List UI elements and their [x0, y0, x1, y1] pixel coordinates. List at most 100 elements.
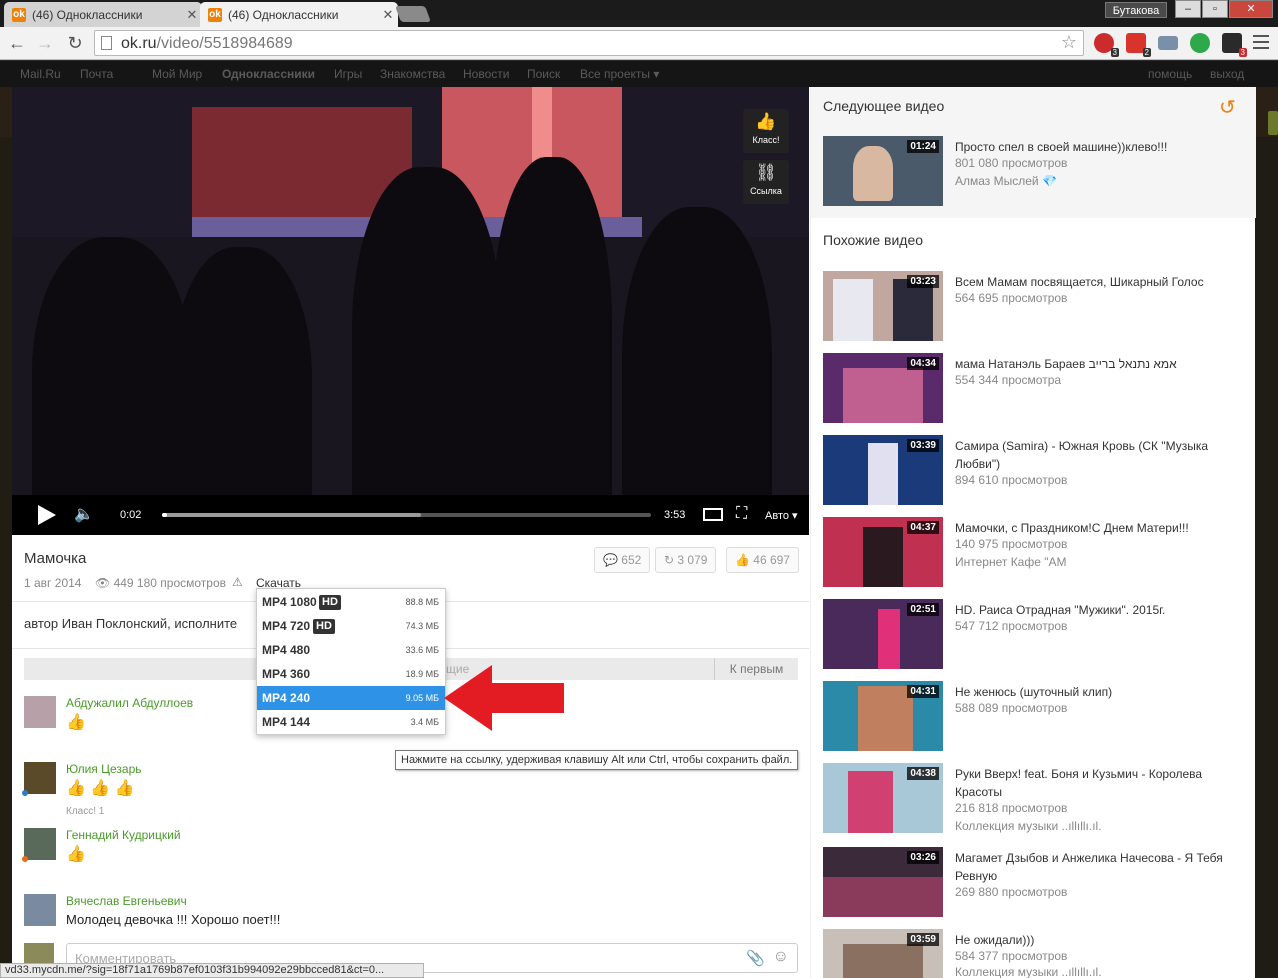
smiley-icon[interactable]: ☺: [773, 948, 789, 966]
theater-mode-icon[interactable]: [703, 508, 723, 521]
video-channel[interactable]: Алмаз Мыслей 💎: [955, 174, 1057, 188]
autoplay-repeat-icon[interactable]: ↺: [1219, 95, 1236, 120]
video-thumbnail[interactable]: 03:23: [823, 271, 943, 341]
forward-arrow-icon[interactable]: →: [34, 32, 56, 54]
minimize-button[interactable]: –: [1175, 0, 1201, 18]
video-thumbnail[interactable]: 04:37: [823, 517, 943, 587]
video-title[interactable]: Руки Вверх! feat. Боня и Кузьмич - Корол…: [955, 765, 1243, 801]
video-channel[interactable]: Коллекция музыки ..ıllıllı.ıl.: [955, 819, 1102, 833]
first-comments-button[interactable]: К первым: [714, 658, 798, 680]
avatar[interactable]: [24, 762, 56, 794]
side-tag-icon[interactable]: [1268, 111, 1278, 135]
nav-item[interactable]: Новости: [463, 67, 509, 81]
new-tab-button[interactable]: [395, 6, 431, 22]
similar-video-item[interactable]: 03:26 Магамет Дзыбов и Анжелика Начесова…: [823, 847, 1243, 919]
like-button[interactable]: 👍 46 697: [726, 547, 799, 573]
progress-bar[interactable]: [162, 513, 651, 517]
nav-item[interactable]: Все проекты ▾: [580, 67, 659, 81]
video-thumbnail[interactable]: 02:51: [823, 599, 943, 669]
video-thumbnail[interactable]: 04:38: [823, 763, 943, 833]
back-arrow-icon[interactable]: ←: [6, 32, 28, 54]
comment-author[interactable]: Вячеслав Евгеньевич: [66, 894, 187, 908]
avatar[interactable]: [24, 828, 56, 860]
nav-logout[interactable]: выход: [1210, 67, 1244, 81]
play-icon[interactable]: [38, 505, 56, 525]
gift-ext-icon[interactable]: 2: [1126, 33, 1151, 57]
link-button[interactable]: ⛓ Ссылка: [743, 160, 789, 204]
video-thumbnail[interactable]: 01:24: [823, 136, 943, 206]
similar-video-item[interactable]: 03:39 Самира (Samira) - Южная Кровь (СК …: [823, 435, 1243, 507]
nav-help[interactable]: помощь: [1148, 67, 1192, 81]
tab-close-icon[interactable]: ✕: [378, 7, 398, 23]
video-title[interactable]: Не ожидали))): [955, 931, 1243, 949]
nav-item[interactable]: Игры: [334, 67, 362, 81]
similar-video-item[interactable]: 02:51 HD. Раиса Отрадная "Мужики". 2015г…: [823, 599, 1243, 671]
nav-item[interactable]: Мой Мир: [152, 67, 202, 81]
video-title[interactable]: HD. Раиса Отрадная "Мужики". 2015г.: [955, 601, 1243, 619]
browser-tab-1[interactable]: ok (46) Одноклассники ✕: [4, 2, 202, 27]
video-title[interactable]: Не женюсь (шуточный клип): [955, 683, 1243, 701]
tab-close-icon[interactable]: ✕: [182, 7, 202, 23]
comments-count-button[interactable]: 💬 652: [594, 547, 651, 573]
url-text[interactable]: ok.ru/video/5518984689: [121, 35, 293, 53]
video-thumbnail[interactable]: 03:39: [823, 435, 943, 505]
maximize-button[interactable]: ▫: [1202, 0, 1228, 18]
address-bar[interactable]: ok.ru/video/5518984689 ☆: [94, 30, 1084, 56]
similar-video-item[interactable]: 04:34 мама Натанэль Бараев אמא נתנאל ברי…: [823, 353, 1243, 425]
bookmark-star-icon[interactable]: ☆: [1061, 32, 1077, 53]
paperclip-icon[interactable]: 📎: [746, 949, 765, 967]
green-ext-icon[interactable]: [1190, 33, 1210, 53]
reload-icon[interactable]: ↻: [64, 32, 86, 54]
shield-ext-icon[interactable]: 3: [1094, 33, 1119, 57]
profile-button[interactable]: Бутакова: [1105, 2, 1167, 18]
video-thumbnail[interactable]: 03:26: [823, 847, 943, 917]
comment-author[interactable]: Юлия Цезарь: [66, 762, 142, 776]
download-option-240[interactable]: MP4 240 9.05 МБ: [257, 686, 445, 710]
nav-item[interactable]: Знакомства: [380, 67, 445, 81]
video-thumbnail[interactable]: 04:34: [823, 353, 943, 423]
download-option-1080[interactable]: MP4 1080 HD 88.8 МБ: [257, 590, 445, 614]
odnoklassniki-favicon-icon: ok: [12, 7, 26, 22]
quality-select[interactable]: Авто ▾: [765, 509, 798, 522]
video-player[interactable]: 👍 Класс! ⛓ Ссылка 🔈 0:02 3:53 ⛶ Авто ▾: [12, 87, 809, 535]
video-title[interactable]: Просто спел в своей машине))клево!!!: [955, 138, 1243, 156]
volume-icon[interactable]: 🔈: [74, 504, 94, 524]
video-channel[interactable]: Коллекция музыки ..ıllıllı.ıl.: [955, 965, 1102, 978]
comment-author[interactable]: Геннадий Кудрицкий: [66, 828, 181, 842]
video-title[interactable]: Всем Мамам посвящается, Шикарный Голос: [955, 273, 1243, 291]
video-thumbnail[interactable]: 04:31: [823, 681, 943, 751]
video-title[interactable]: мама Натанэль Бараев אמא נתנאל ברייב: [955, 355, 1243, 373]
similar-video-item[interactable]: 03:59 Не ожидали))) 584 377 просмотров К…: [823, 929, 1243, 978]
video-thumbnail[interactable]: 03:59: [823, 929, 943, 978]
video-title[interactable]: Магамет Дзыбов и Анжелика Начесова - Я Т…: [955, 849, 1243, 885]
menu-icon[interactable]: [1253, 35, 1269, 49]
close-window-button[interactable]: ✕: [1229, 0, 1273, 18]
browser-tab-2[interactable]: ok (46) Одноклассники ✕: [200, 2, 398, 27]
share-button[interactable]: ↻ 3 079: [655, 547, 717, 573]
similar-video-item[interactable]: 03:23 Всем Мамам посвящается, Шикарный Г…: [823, 271, 1243, 343]
nav-item[interactable]: Поиск: [527, 67, 560, 81]
video-title[interactable]: Самира (Samira) - Южная Кровь (СК "Музык…: [955, 437, 1243, 473]
video-title[interactable]: Мамочки, с Праздником!С Днем Матери!!!: [955, 519, 1243, 537]
report-icon[interactable]: ⚠: [232, 575, 243, 589]
download-option-480[interactable]: MP4 480 33.6 МБ: [257, 638, 445, 662]
next-video-item[interactable]: 01:24 Просто спел в своей машине))клево!…: [823, 136, 1243, 208]
avatar[interactable]: [24, 894, 56, 926]
similar-video-item[interactable]: 04:37 Мамочки, с Праздником!С Днем Матер…: [823, 517, 1243, 589]
video-channel[interactable]: Интернет Кафе "АМ: [955, 555, 1067, 569]
comment-author[interactable]: Абдужалил Абдуллоев: [66, 696, 193, 710]
nav-item[interactable]: Почта: [80, 67, 113, 81]
avatar[interactable]: [24, 696, 56, 728]
similar-video-item[interactable]: 04:38 Руки Вверх! feat. Боня и Кузьмич -…: [823, 763, 1243, 835]
download-option-144[interactable]: MP4 144 3.4 МБ: [257, 710, 445, 734]
fullscreen-icon[interactable]: ⛶: [736, 505, 747, 523]
nav-item[interactable]: Mail.Ru: [20, 67, 61, 81]
similar-video-item[interactable]: 04:31 Не женюсь (шуточный клип) 588 089 …: [823, 681, 1243, 753]
cast-ext-icon[interactable]: 3: [1222, 33, 1247, 57]
download-option-360[interactable]: MP4 360 18.9 МБ: [257, 662, 445, 686]
class-button[interactable]: 👍 Класс!: [743, 109, 789, 153]
mail-ext-icon[interactable]: [1158, 36, 1178, 50]
comment-klass-count[interactable]: Класс! 1: [66, 806, 104, 817]
nav-item[interactable]: Одноклассники: [222, 67, 315, 81]
download-option-720[interactable]: MP4 720 HD 74.3 МБ: [257, 614, 445, 638]
